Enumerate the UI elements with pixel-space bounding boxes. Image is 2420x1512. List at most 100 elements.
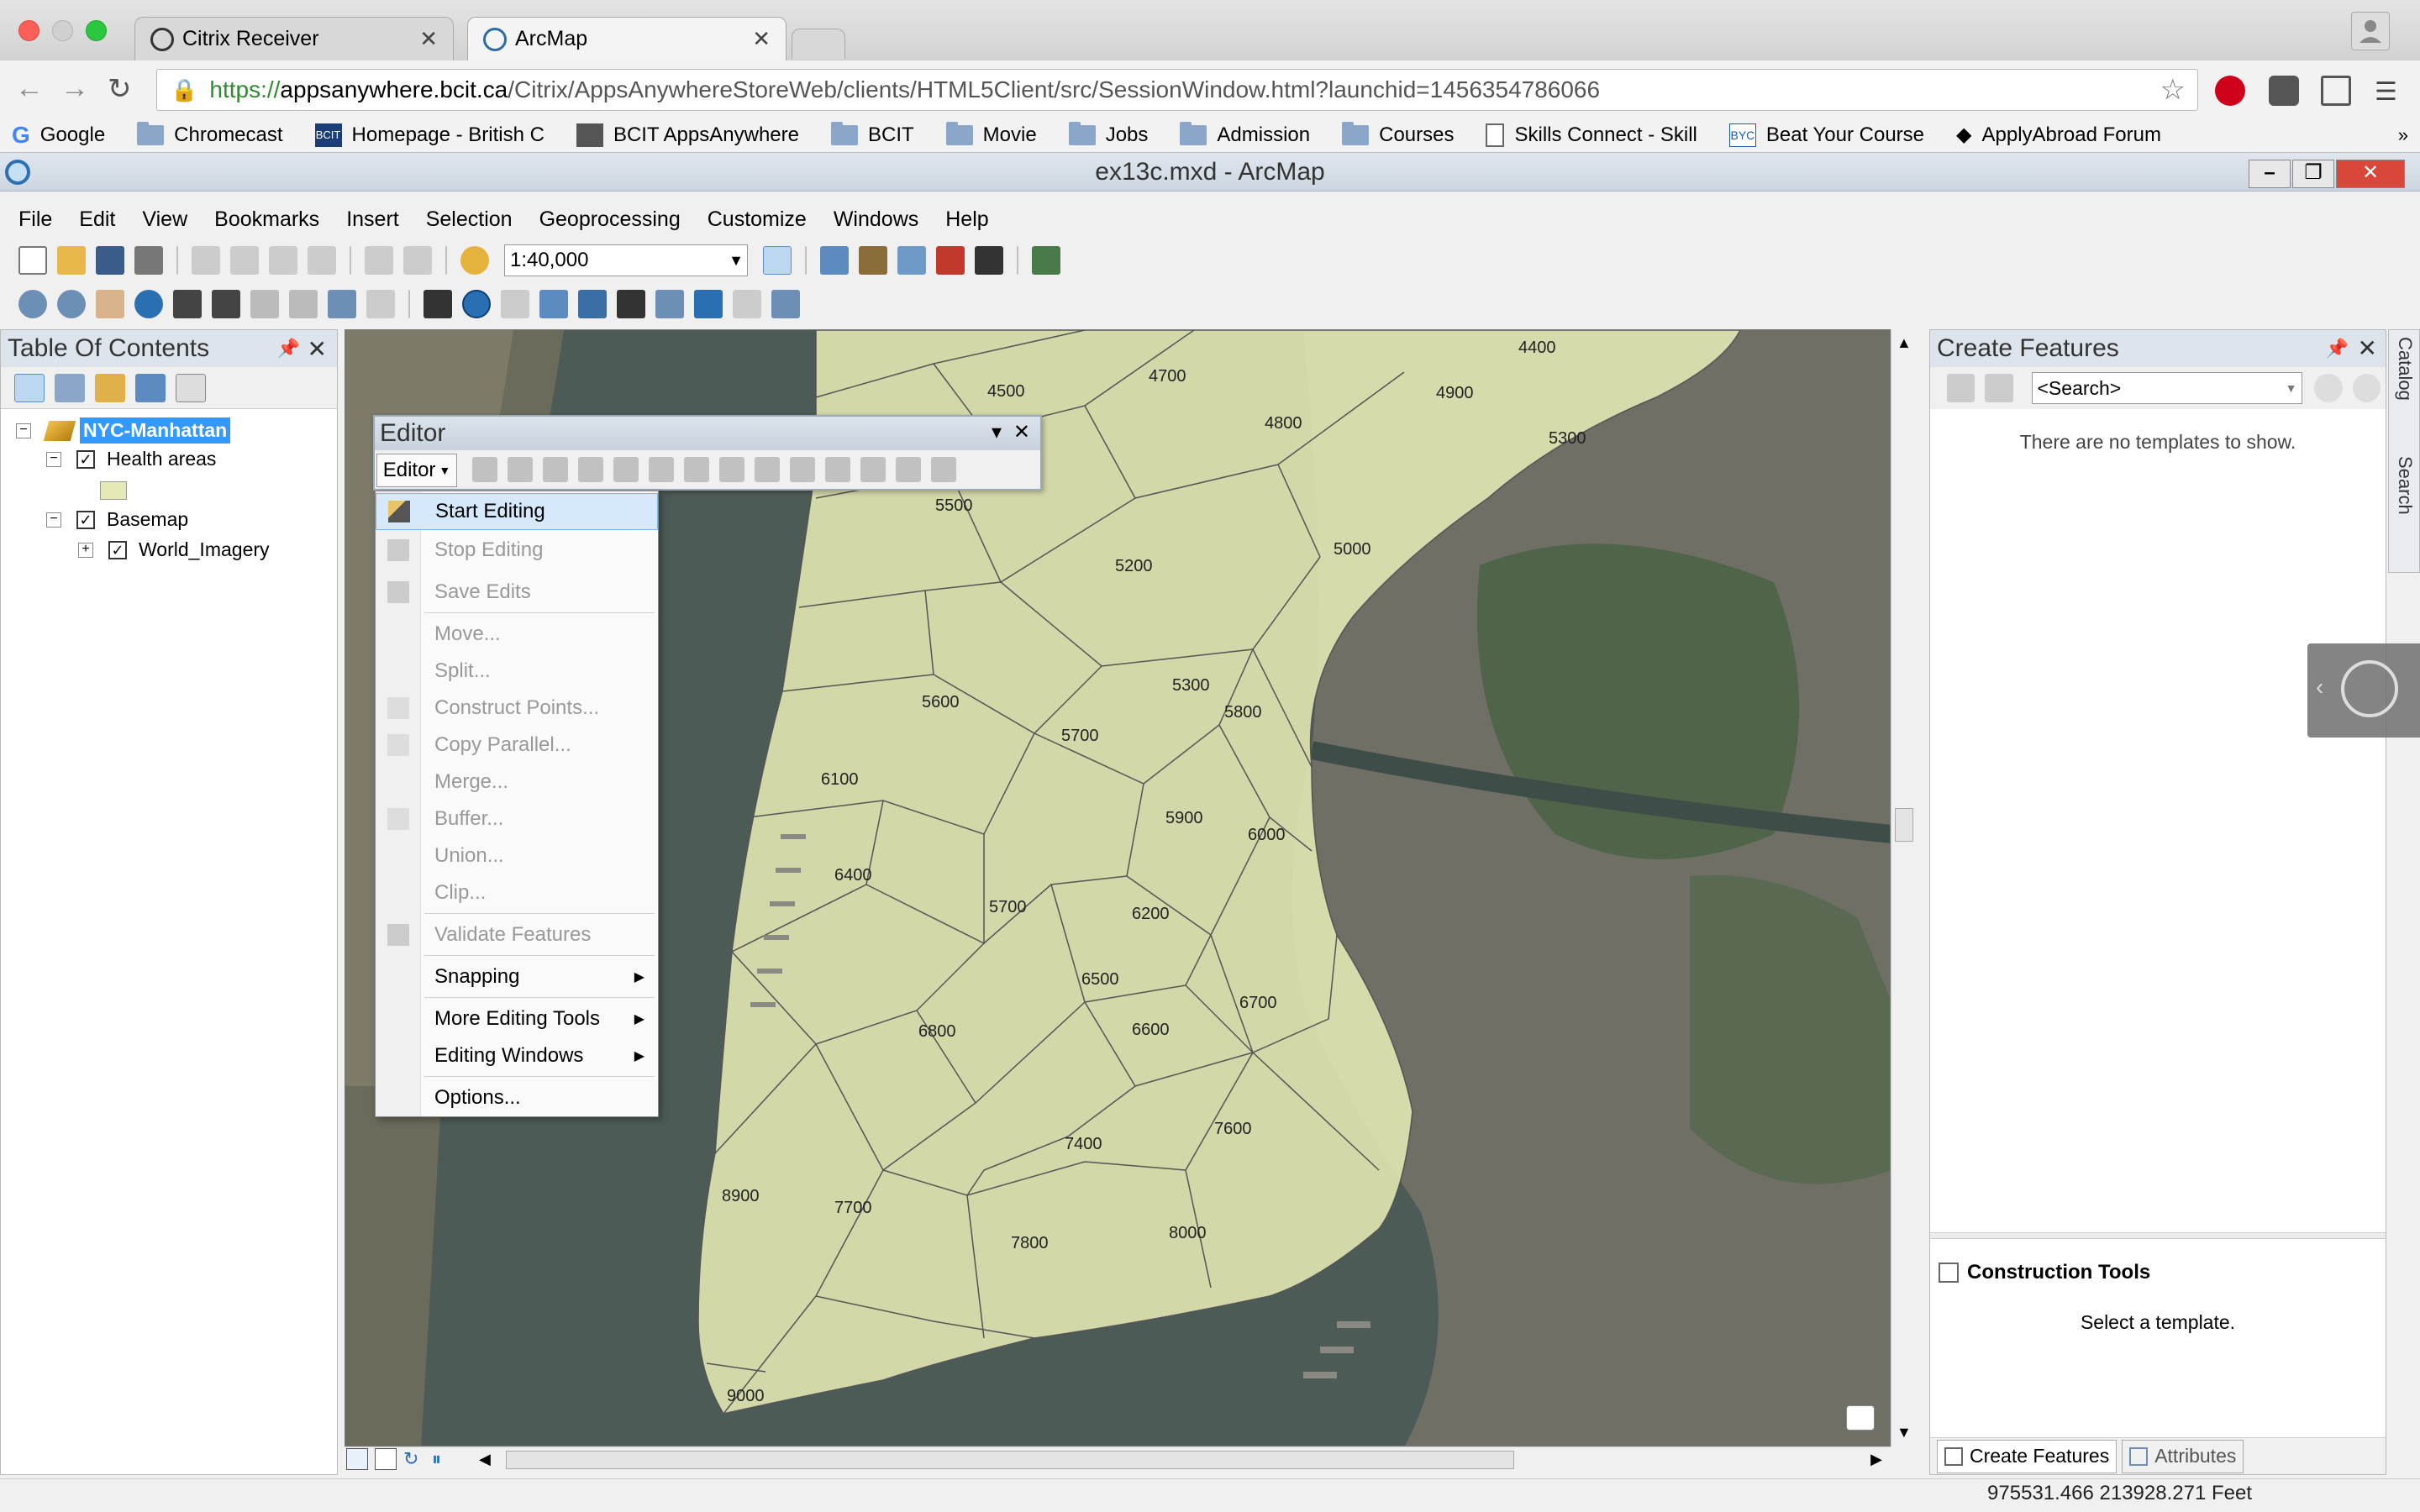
find-route-icon[interactable] <box>655 290 684 318</box>
scroll-right-icon[interactable]: ▶ <box>1870 1451 1882 1468</box>
options-icon[interactable] <box>176 373 206 402</box>
delete-icon[interactable] <box>308 246 336 275</box>
reshape-icon[interactable] <box>719 457 744 482</box>
edit-tool-icon[interactable] <box>472 457 497 482</box>
collapse-icon[interactable]: − <box>46 451 61 467</box>
menu-item-merge[interactable]: Merge... <box>376 764 658 801</box>
bookmark-admission[interactable]: Admission <box>1180 121 1310 147</box>
menu-file[interactable]: File <box>18 207 52 232</box>
comment-bubble-icon[interactable] <box>1846 1405 1875 1431</box>
menu-item-clip[interactable]: Clip... <box>376 874 658 911</box>
attributes-icon[interactable] <box>860 457 886 482</box>
layer-visibility-checkbox[interactable]: ✓ <box>76 510 95 529</box>
menu-geoprocessing[interactable]: Geoprocessing <box>539 207 681 232</box>
menu-bookmarks[interactable]: Bookmarks <box>214 207 319 232</box>
menu-item-buffer[interactable]: Buffer... <box>376 801 658 837</box>
pause-drawing-icon[interactable]: ⏸ <box>432 1448 454 1470</box>
cut-icon[interactable] <box>192 246 220 275</box>
redo-icon[interactable] <box>403 246 432 275</box>
tab-attributes[interactable]: Attributes <box>2122 1439 2244 1473</box>
print-icon[interactable] <box>134 246 163 275</box>
list-by-source-icon[interactable] <box>55 373 85 402</box>
create-features-icon[interactable] <box>931 457 956 482</box>
close-tab-icon[interactable]: ✕ <box>752 26 771 52</box>
zoom-window-button[interactable] <box>86 20 107 41</box>
chevron-down-icon[interactable]: ▾ <box>992 420 1002 444</box>
list-by-drawing-order-icon[interactable] <box>14 373 45 402</box>
menu-item-split[interactable]: Split... <box>376 653 658 690</box>
layer-visibility-checkbox[interactable]: ✓ <box>76 449 95 469</box>
symbol-swatch[interactable] <box>100 481 127 500</box>
toc-dataframe-row[interactable]: − NYC-Manhattan <box>16 417 231 444</box>
scroll-thumb[interactable] <box>506 1451 1514 1469</box>
table-of-contents-icon[interactable] <box>820 246 849 275</box>
chevron-down-icon[interactable]: ▼ <box>2286 381 2297 395</box>
extension-icon[interactable] <box>2269 76 2299 106</box>
layer-visibility-checkbox[interactable]: ✓ <box>108 540 127 559</box>
minimize-app-button[interactable]: – <box>2249 160 2291 188</box>
next-extent-icon[interactable] <box>289 290 318 318</box>
browser-tab-citrix[interactable]: Citrix Receiver ✕ <box>134 17 454 60</box>
select-elements-arrow-icon[interactable] <box>424 290 452 318</box>
menu-item-save-edits[interactable]: Save Edits <box>376 574 658 611</box>
zoom-out-icon[interactable] <box>57 290 86 318</box>
tab-create-features[interactable]: Create Features <box>1937 1439 2118 1473</box>
bookmark-skills-connect[interactable]: Skills Connect - Skill <box>1486 123 1697 147</box>
close-tab-icon[interactable]: ✕ <box>419 26 438 52</box>
bookmark-star-icon[interactable]: ☆ <box>2160 73 2186 107</box>
fixed-zoom-in-icon[interactable] <box>173 290 202 318</box>
edit-annotation-icon[interactable] <box>508 457 533 482</box>
pan-hand-icon[interactable] <box>96 290 124 318</box>
menu-item-start-editing[interactable]: Start Editing <box>376 493 658 530</box>
hyperlink-icon[interactable] <box>501 290 529 318</box>
menu-item-stop-editing[interactable]: Stop Editing <box>376 532 658 569</box>
pin-icon[interactable]: 📌 <box>2326 330 2349 367</box>
menu-windows[interactable]: Windows <box>834 207 918 232</box>
menu-view[interactable]: View <box>142 207 187 232</box>
panel-splitter[interactable] <box>1930 1232 2386 1239</box>
fixed-zoom-out-icon[interactable] <box>212 290 240 318</box>
menu-item-editing-windows[interactable]: Editing Windows ▶ <box>376 1037 658 1074</box>
minimize-window-button[interactable] <box>52 20 73 41</box>
save-icon[interactable] <box>96 246 124 275</box>
menu-selection[interactable]: Selection <box>426 207 513 232</box>
clear-selection-icon[interactable] <box>366 290 395 318</box>
bookmark-movie[interactable]: Movie <box>945 121 1037 147</box>
trace-icon[interactable] <box>613 457 639 482</box>
go-to-xy-icon[interactable] <box>694 290 723 318</box>
html-popup-icon[interactable] <box>539 290 568 318</box>
scroll-up-icon[interactable]: ▲ <box>1897 334 1912 352</box>
data-view-icon[interactable] <box>346 1448 368 1470</box>
modelbuilder-icon[interactable] <box>1032 246 1060 275</box>
toc-layer-health-areas[interactable]: − ✓ Health areas <box>46 448 216 470</box>
menu-item-validate-features[interactable]: Validate Features <box>376 916 658 953</box>
edit-vertices-icon[interactable] <box>684 457 709 482</box>
reload-icon[interactable]: ↻ <box>108 72 132 106</box>
menu-insert[interactable]: Insert <box>346 207 399 232</box>
menu-item-construct-points[interactable]: Construct Points... <box>376 690 658 727</box>
chrome-menu-icon[interactable]: ☰ <box>2375 77 2397 107</box>
organize-templates-icon[interactable] <box>1985 374 2013 402</box>
bookmark-courses[interactable]: Courses <box>1342 121 1454 147</box>
bookmark-bcit-home[interactable]: BCIT Homepage - British C <box>314 123 544 147</box>
bookmark-beat-your-course[interactable]: BYC Beat Your Course <box>1728 123 1924 147</box>
point-icon[interactable] <box>649 457 674 482</box>
browser-tab-arcmap[interactable]: ArcMap ✕ <box>467 17 786 60</box>
split-icon[interactable] <box>790 457 815 482</box>
previous-extent-icon[interactable] <box>250 290 279 318</box>
close-icon[interactable]: ✕ <box>1013 420 1030 444</box>
menu-help[interactable]: Help <box>945 207 988 232</box>
filter-icon[interactable] <box>1947 374 1975 402</box>
arctoolbox-icon[interactable] <box>936 246 965 275</box>
restore-app-button[interactable]: ❐ <box>2292 160 2334 188</box>
search-window-icon[interactable] <box>897 246 926 275</box>
map-vertical-scrollbar[interactable]: ▲ ▼ <box>1891 329 1918 1446</box>
template-search-input[interactable]: <Search> ▼ <box>2031 372 2303 404</box>
close-app-button[interactable]: ✕ <box>2336 160 2405 188</box>
bookmark-jobs[interactable]: Jobs <box>1068 121 1148 147</box>
end-point-arc-icon[interactable] <box>578 457 603 482</box>
chevron-down-icon[interactable]: ▼ <box>725 252 747 270</box>
editor-dropdown-button[interactable]: Editor ▼ <box>376 454 457 487</box>
menu-item-move[interactable]: Move... <box>376 616 658 653</box>
expand-icon[interactable]: + <box>78 542 93 558</box>
